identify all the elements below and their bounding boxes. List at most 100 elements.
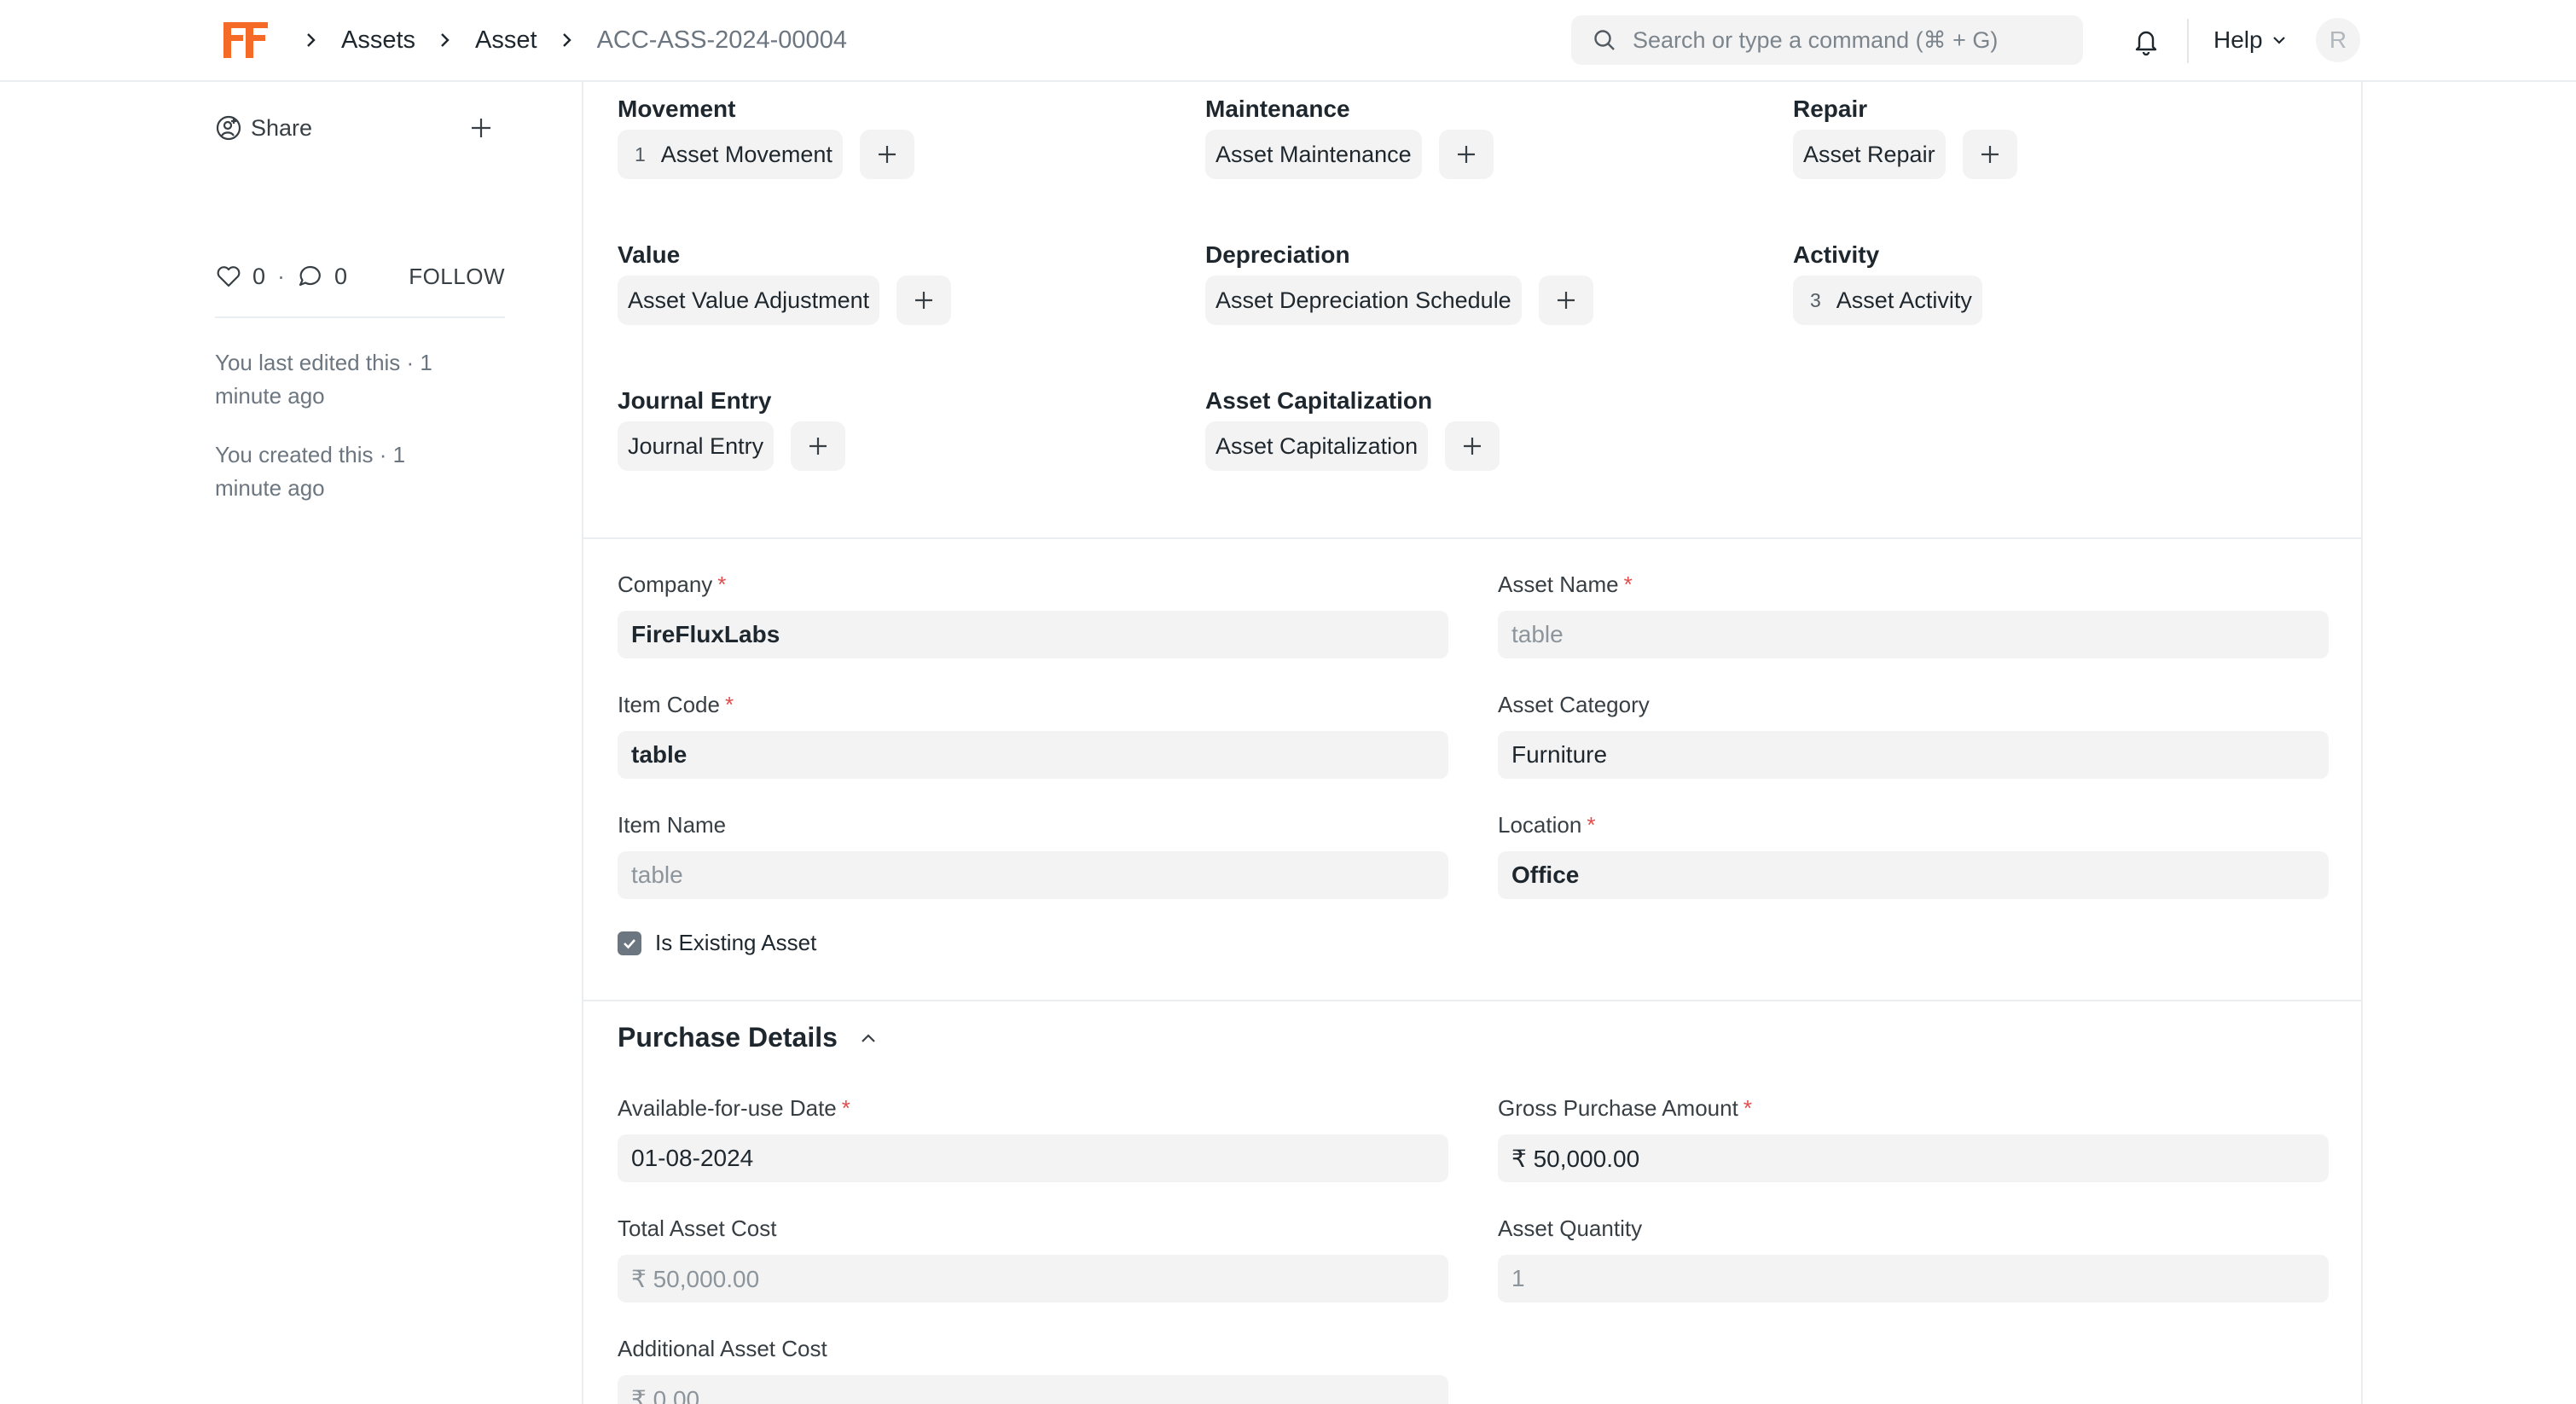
- item-code-label: Item Code *: [618, 690, 1448, 719]
- search-bar[interactable]: [1571, 15, 2083, 65]
- connection-count: 3: [1810, 288, 1821, 311]
- is-existing-asset-row: Is Existing Asset: [618, 930, 816, 956]
- total-asset-cost-label: Total Asset Cost: [618, 1215, 777, 1241]
- connection-pill-asset-depreciation-schedule[interactable]: Asset Depreciation Schedule: [1205, 276, 1522, 325]
- share-label[interactable]: Share: [251, 115, 312, 142]
- location-label-text: Location: [1498, 812, 1582, 838]
- comments-count: 0: [334, 263, 348, 289]
- required-marker: *: [724, 692, 734, 717]
- chevron-right-icon: [432, 27, 458, 53]
- connection-pill-asset-capitalization[interactable]: Asset Capitalization: [1205, 421, 1429, 471]
- add-journal-entry-button[interactable]: [791, 421, 846, 471]
- required-marker: *: [717, 571, 727, 597]
- item-code-label-text: Item Code: [618, 692, 720, 717]
- item-name-input[interactable]: table: [618, 851, 1448, 899]
- connection-title: Asset Capitalization: [1205, 387, 1433, 414]
- add-asset-capitalization-button[interactable]: [1445, 421, 1500, 471]
- breadcrumb-current: ACC-ASS-2024-00004: [596, 26, 847, 54]
- gross-amount-label-text: Gross Purchase Amount: [1498, 1095, 1738, 1121]
- asset-quantity-label: Asset Quantity: [1498, 1215, 1643, 1241]
- follow-button[interactable]: FOLLOW: [409, 264, 505, 290]
- plus-icon[interactable]: [467, 114, 495, 142]
- connection-movement: Movement 1 Asset Movement: [618, 96, 914, 179]
- sidebar-divider: [215, 316, 505, 318]
- connection-repair: Repair Asset Repair: [1793, 96, 2017, 179]
- connection-title: Movement: [618, 96, 736, 122]
- connection-title: Depreciation: [1205, 241, 1350, 268]
- asset-category-input[interactable]: Furniture: [1498, 731, 2329, 779]
- connection-title: Journal Entry: [618, 387, 772, 414]
- location-input[interactable]: Office: [1498, 851, 2329, 899]
- add-asset-maintenance-button[interactable]: [1438, 130, 1494, 179]
- share-row: Share: [215, 111, 505, 145]
- chevron-right-icon: [299, 27, 324, 53]
- asset-name-field: Asset Name * table: [1498, 570, 2329, 658]
- add-asset-value-adjustment-button[interactable]: [896, 276, 952, 325]
- search-input[interactable]: [1633, 26, 2059, 54]
- heart-icon[interactable]: [215, 263, 242, 290]
- additional-asset-cost-field: Additional Asset Cost ₹ 0.00: [618, 1334, 1448, 1404]
- item-code-field: Item Code * table: [618, 690, 1448, 779]
- gross-purchase-amount-field: Gross Purchase Amount * ₹ 50,000.00: [1498, 1094, 2329, 1182]
- frappe-logo-icon[interactable]: [220, 19, 271, 61]
- item-code-input[interactable]: table: [618, 731, 1448, 779]
- avatar[interactable]: R: [2316, 18, 2360, 62]
- plus-icon: [1464, 438, 1482, 455]
- connection-doc: Asset Capitalization: [1215, 432, 1419, 459]
- asset-category-field: Asset Category Furniture: [1498, 690, 2329, 779]
- available-for-use-date-field: Available-for-use Date * 01-08-2024: [618, 1094, 1448, 1182]
- add-asset-depreciation-schedule-button[interactable]: [1538, 276, 1593, 325]
- additional-asset-cost-label: Additional Asset Cost: [618, 1336, 827, 1361]
- is-existing-asset-checkbox[interactable]: [618, 931, 641, 955]
- connection-count: 1: [635, 142, 646, 165]
- connection-pill-journal-entry[interactable]: Journal Entry: [618, 421, 775, 471]
- share-user-icon: [216, 115, 241, 141]
- connection-value: Value Asset Value Adjustment: [618, 241, 952, 325]
- available-for-use-date-input[interactable]: 01-08-2024: [618, 1134, 1448, 1182]
- connection-pill-asset-repair[interactable]: Asset Repair: [1793, 130, 1946, 179]
- separator-dot: ·: [277, 263, 286, 289]
- breadcrumb-assets[interactable]: Assets: [341, 26, 415, 55]
- gross-purchase-amount-input[interactable]: ₹ 50,000.00: [1498, 1134, 2329, 1182]
- purchase-details-header[interactable]: Purchase Details: [618, 1022, 880, 1053]
- add-asset-repair-button[interactable]: [1962, 130, 2017, 179]
- connection-doc: Asset Movement: [660, 141, 833, 167]
- connection-pill-asset-movement[interactable]: 1 Asset Movement: [618, 130, 843, 179]
- check-icon: [624, 938, 635, 949]
- bell-icon[interactable]: [2129, 24, 2163, 58]
- connection-pill-asset-maintenance[interactable]: Asset Maintenance: [1205, 130, 1422, 179]
- plus-icon: [809, 438, 827, 455]
- item-name-field: Item Name table: [618, 810, 1448, 899]
- connection-doc: Asset Repair: [1803, 141, 1935, 167]
- connection-pill-asset-activity[interactable]: 3 Asset Activity: [1793, 276, 1982, 325]
- breadcrumb: Assets Asset ACC-ASS-2024-00004: [299, 0, 864, 80]
- connection-maintenance: Maintenance Asset Maintenance: [1205, 96, 1494, 179]
- help-label: Help: [2213, 26, 2263, 53]
- add-asset-movement-button[interactable]: [859, 130, 914, 179]
- navbar: Assets Asset ACC-ASS-2024-00004 Help R: [0, 0, 2576, 82]
- connection-doc: Asset Activity: [1836, 287, 1972, 313]
- available-date-label: Available-for-use Date *: [618, 1094, 1448, 1123]
- required-marker: *: [841, 1095, 850, 1121]
- required-marker: *: [1623, 571, 1633, 597]
- help-dropdown[interactable]: Help: [2213, 0, 2289, 80]
- connection-pill-asset-value-adjustment[interactable]: Asset Value Adjustment: [618, 276, 880, 325]
- asset-name-label-text: Asset Name: [1498, 571, 1619, 597]
- location-label: Location *: [1498, 810, 2329, 839]
- likes-comments-row: 0 · 0 FOLLOW: [215, 259, 505, 293]
- plus-icon: [1557, 292, 1575, 309]
- is-existing-asset-label[interactable]: Is Existing Asset: [655, 930, 816, 956]
- total-asset-cost-field: Total Asset Cost ₹ 50,000.00: [618, 1214, 1448, 1302]
- plus-icon: [915, 292, 933, 309]
- breadcrumb-asset[interactable]: Asset: [475, 26, 537, 55]
- section-divider: [583, 1000, 2361, 1001]
- chevron-up-icon[interactable]: [856, 1026, 880, 1050]
- section-divider: [583, 537, 2361, 539]
- comment-icon[interactable]: [297, 263, 324, 290]
- additional-asset-cost-input: ₹ 0.00: [618, 1375, 1448, 1404]
- asset-quantity-input[interactable]: 1: [1498, 1255, 2329, 1302]
- connection-title: Activity: [1793, 241, 1880, 268]
- asset-name-input[interactable]: table: [1498, 611, 2329, 658]
- asset-name-label: Asset Name *: [1498, 570, 2329, 599]
- company-input[interactable]: FireFluxLabs: [618, 611, 1448, 658]
